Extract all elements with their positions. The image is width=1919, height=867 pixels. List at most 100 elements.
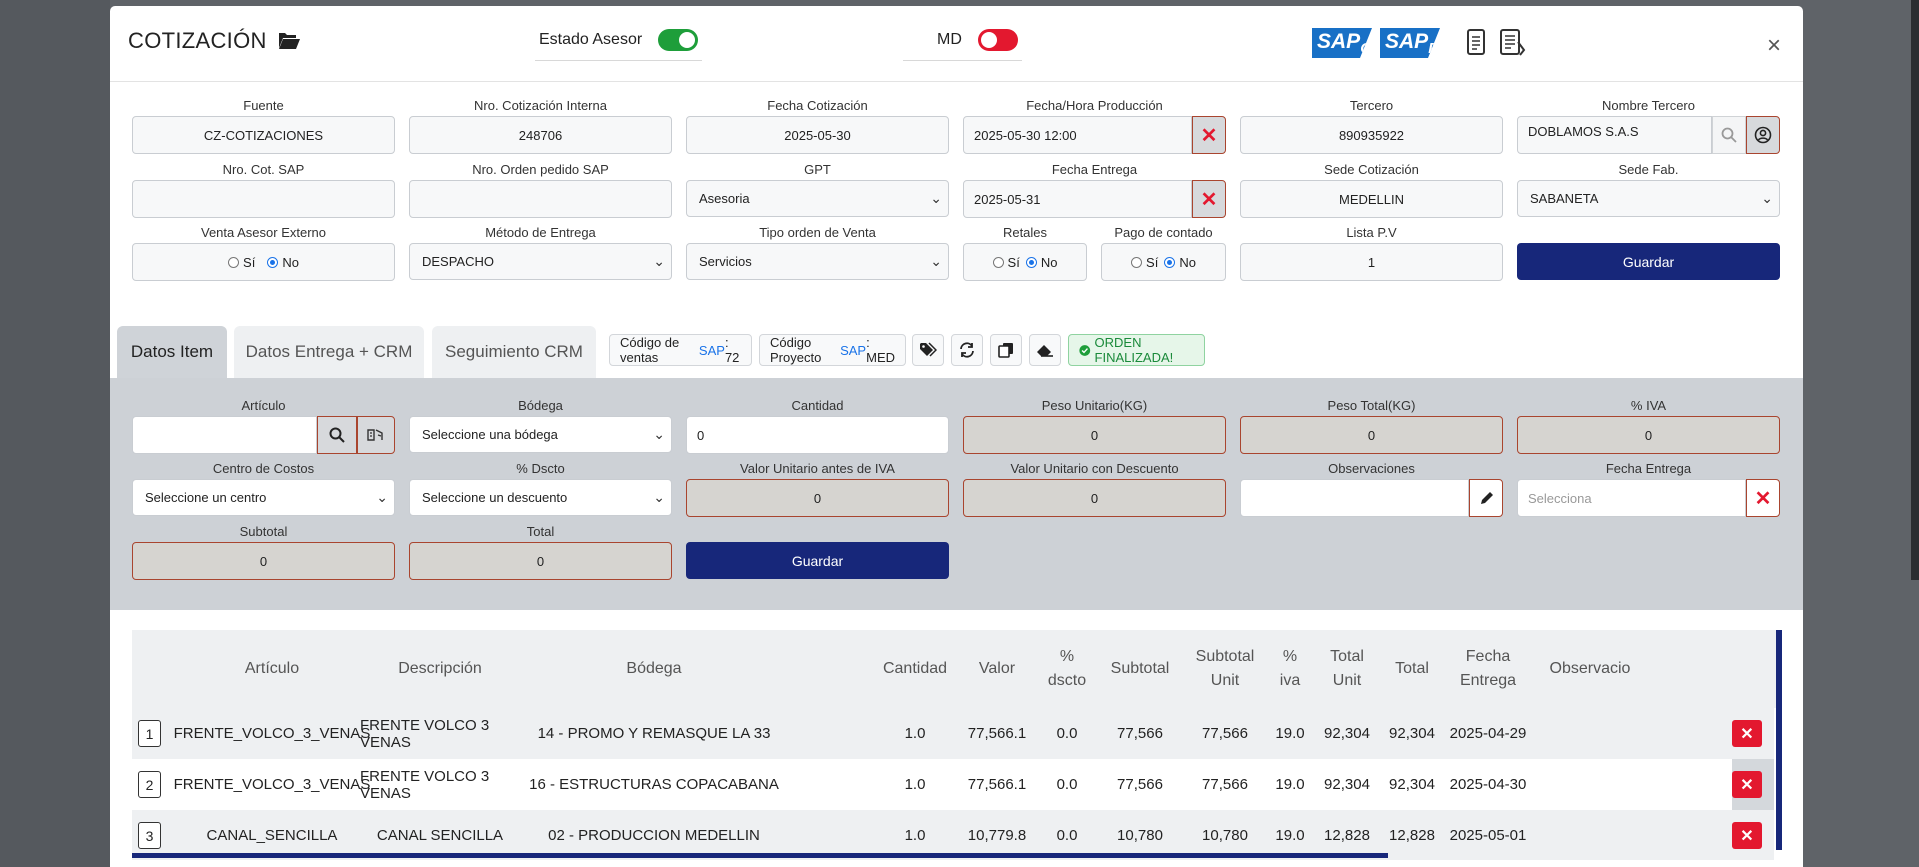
item-fecha-entrega-field: Fecha Entrega Selecciona ✕ <box>1517 461 1780 517</box>
md-toggle[interactable] <box>977 28 1018 51</box>
cell-total-unit: 92,304 <box>1324 776 1370 793</box>
gpt-select[interactable]: Asesoria ⌄ <box>686 180 949 217</box>
articulo-input[interactable] <box>132 416 317 454</box>
column-header-dscto[interactable]: % dscto <box>1040 630 1094 708</box>
column-header-total[interactable]: Total <box>1384 630 1440 708</box>
centro-costos-select[interactable]: Seleccione un centro ⌄ <box>132 479 395 516</box>
fuente-input[interactable]: CZ-COTIZACIONES <box>132 116 395 154</box>
bodega-select[interactable]: Seleccione una bódega ⌄ <box>409 416 672 453</box>
radio-label: Sí <box>1007 254 1020 270</box>
document-icon[interactable] <box>1465 28 1489 58</box>
search-articulo-button[interactable] <box>317 416 357 454</box>
metodo-entrega-select[interactable]: DESPACHO ⌄ <box>409 243 672 280</box>
nro-cot-sap-input[interactable] <box>132 180 395 218</box>
iva-input: 0 <box>1517 416 1780 454</box>
nombre-tercero-input[interactable]: DOBLAMOS S.A.S <box>1517 116 1712 154</box>
tab-seguimiento-crm[interactable]: Seguimiento CRM <box>432 326 596 378</box>
clear-fecha-entrega-button[interactable]: ✕ <box>1192 180 1226 218</box>
sap-c-logo[interactable]: SAPC <box>1312 28 1372 58</box>
guardar-item-button[interactable]: Guardar <box>686 542 949 579</box>
cell-dscto: 0.0 <box>1056 725 1078 742</box>
articulo-catalog-button[interactable] <box>357 416 395 454</box>
copy-button[interactable] <box>990 334 1022 366</box>
metodo-entrega-field: Método de Entrega DESPACHO ⌄ <box>409 225 672 280</box>
lista-pv-input[interactable]: 1 <box>1240 243 1503 281</box>
cantidad-field: Cantidad 0 <box>686 398 949 454</box>
radio-circle <box>228 256 240 268</box>
column-header-bodega[interactable]: Bódega <box>592 630 716 708</box>
tab-datos-item[interactable]: Datos Item <box>117 326 227 378</box>
fecha-produccion-input[interactable]: 2025-05-30 12:00 <box>963 116 1192 154</box>
pago-contado-label: Pago de contado <box>1114 225 1213 240</box>
column-header-subtotal[interactable]: Subtotal <box>1102 630 1178 708</box>
sap-p-logo[interactable]: SAPP <box>1380 28 1440 58</box>
dscto-select[interactable]: Seleccione un descuento ⌄ <box>409 479 672 516</box>
column-header-cantidad[interactable]: Cantidad <box>872 630 958 708</box>
venta-asesor-no-radio[interactable]: No <box>267 255 299 270</box>
table-row[interactable]: 2 FRENTE_VOLCO_3_VENAS FRENTE VOLCO 3 VE… <box>132 759 1774 810</box>
table-row[interactable]: 1 FRENTE_VOLCO_3_VENAS FRENTE VOLCO 3 VE… <box>132 708 1774 759</box>
check-circle-icon <box>1079 344 1091 356</box>
cell-articulo: FRENTE_VOLCO_3_VENAS <box>173 725 371 742</box>
document-list-icon[interactable] <box>1498 28 1528 58</box>
column-header-valor[interactable]: Valor <box>964 630 1030 708</box>
retales-si-radio[interactable]: Sí <box>992 254 1020 270</box>
tipo-orden-value: Servicios <box>699 254 752 269</box>
nro-orden-sap-input[interactable] <box>409 180 672 218</box>
column-header-fecha-entrega[interactable]: Fecha Entrega <box>1448 630 1528 708</box>
page-scrollbar[interactable] <box>1911 0 1919 580</box>
radio-circle-checked <box>1025 256 1037 268</box>
tags-button[interactable] <box>912 334 944 366</box>
gpt-select-value: Asesoria <box>699 191 750 206</box>
refresh-icon <box>960 342 974 358</box>
total-input: 0 <box>409 542 672 580</box>
edit-observaciones-button[interactable] <box>1469 479 1503 517</box>
column-header-total-unit[interactable]: Total Unit <box>1316 630 1378 708</box>
pago-contado-si-radio[interactable]: Sí <box>1131 255 1158 270</box>
eraser-button[interactable] <box>1029 334 1061 366</box>
items-table: Artículo Descripción Bódega Cantidad Val… <box>132 630 1782 860</box>
clear-item-fecha-entrega-button[interactable]: ✕ <box>1746 479 1780 517</box>
delete-row-button[interactable]: ✕ <box>1732 771 1762 798</box>
item-fecha-entrega-input[interactable]: Selecciona <box>1517 479 1746 517</box>
sede-cotizacion-input[interactable]: MEDELLIN <box>1240 180 1503 218</box>
cell-cantidad: 1.0 <box>904 776 926 793</box>
estado-asesor-toggle[interactable] <box>658 28 699 51</box>
tercero-input[interactable]: 890935922 <box>1240 116 1503 154</box>
venta-asesor-label: Venta Asesor Externo <box>200 225 327 240</box>
column-header-articulo[interactable]: Artículo <box>202 630 342 708</box>
clear-fecha-produccion-button[interactable]: ✕ <box>1192 116 1226 154</box>
user-profile-button[interactable] <box>1746 116 1780 154</box>
tipo-orden-select[interactable]: Servicios ⌄ <box>686 243 949 280</box>
table-horizontal-scrollbar[interactable] <box>132 853 1388 858</box>
table-vertical-scrollbar[interactable] <box>1776 630 1782 850</box>
pago-contado-no-radio[interactable]: No <box>1164 255 1196 270</box>
venta-asesor-si-radio[interactable]: Sí <box>228 255 255 270</box>
fecha-cotizacion-input[interactable]: 2025-05-30 <box>686 116 949 154</box>
delete-row-button[interactable]: ✕ <box>1732 822 1762 849</box>
cell-articulo: FRENTE_VOLCO_3_VENAS <box>173 776 371 793</box>
column-header-subtotal-unit[interactable]: Subtotal Unit <box>1190 630 1260 708</box>
fecha-cotizacion-label: Fecha Cotización <box>767 98 868 113</box>
search-tercero-button[interactable] <box>1712 116 1746 154</box>
total-label: Total <box>526 524 555 539</box>
observaciones-input[interactable] <box>1240 479 1469 517</box>
close-button[interactable]: × <box>1767 32 1781 60</box>
refresh-button[interactable] <box>951 334 983 366</box>
nro-cot-interna-input[interactable]: 248706 <box>409 116 672 154</box>
fecha-entrega-input[interactable]: 2025-05-31 <box>963 180 1192 218</box>
tab-datos-entrega-crm[interactable]: Datos Entrega + CRM <box>234 326 424 378</box>
column-header-observacion[interactable]: Observacio <box>1540 630 1640 708</box>
retales-no-radio[interactable]: No <box>1025 255 1057 270</box>
sede-fab-select[interactable]: SABANETA ⌄ <box>1517 180 1780 217</box>
column-header-iva[interactable]: % iva <box>1272 630 1308 708</box>
sede-fab-field: Sede Fab. SABANETA ⌄ <box>1517 162 1780 217</box>
sede-fab-label: Sede Fab. <box>1618 162 1679 177</box>
cantidad-input[interactable]: 0 <box>686 416 949 454</box>
delete-row-button[interactable]: ✕ <box>1732 720 1762 747</box>
column-header-descripcion[interactable]: Descripción <box>360 630 520 708</box>
fecha-cotizacion-field: Fecha Cotización 2025-05-30 <box>686 98 949 154</box>
guardar-form-button[interactable]: Guardar <box>1517 243 1780 280</box>
copy-icon <box>998 343 1013 358</box>
fecha-entrega-field: Fecha Entrega 2025-05-31 ✕ <box>963 162 1226 218</box>
